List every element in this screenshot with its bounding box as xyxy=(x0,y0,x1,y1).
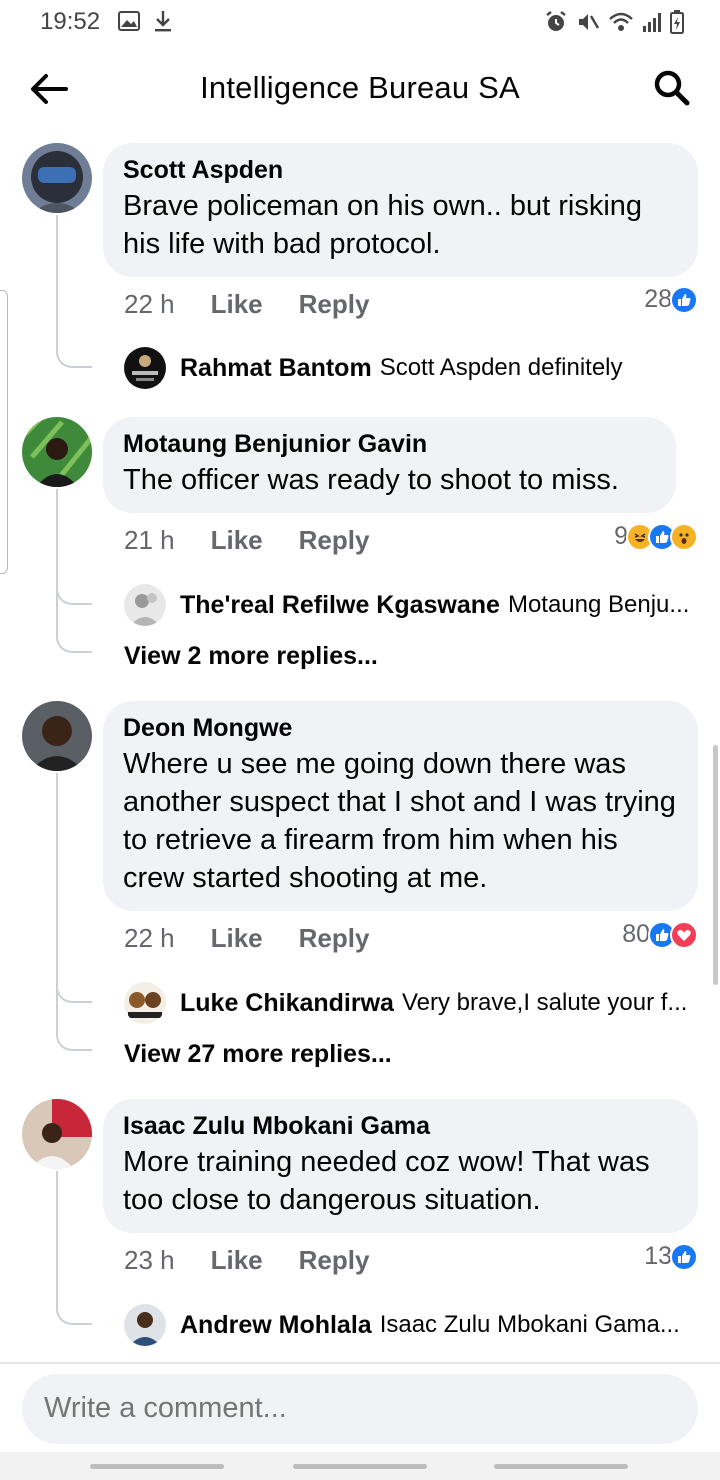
download-icon xyxy=(155,11,171,32)
comment-text: Brave policeman on his own.. but risking… xyxy=(123,190,643,260)
reply-button[interactable]: Reply xyxy=(299,923,370,954)
reaction-count: 13 xyxy=(644,1242,672,1270)
gallery-icon xyxy=(118,11,140,31)
like-button[interactable]: Like xyxy=(211,525,263,556)
avatar-image xyxy=(22,143,92,213)
reaction-summary[interactable]: 80 xyxy=(622,920,698,949)
system-nav-bar xyxy=(0,1452,720,1480)
like-icon xyxy=(670,285,698,314)
avatar-image xyxy=(22,1099,92,1169)
avatar[interactable] xyxy=(124,347,166,389)
reply-button[interactable]: Reply xyxy=(299,525,370,556)
avatar-image xyxy=(22,701,92,771)
reply-author[interactable]: The'real Refilwe Kgaswane xyxy=(180,591,500,620)
battery-icon xyxy=(670,10,684,34)
love-icon xyxy=(670,920,698,949)
thread-line xyxy=(56,215,92,368)
reply-author[interactable]: Rahmat Bantom xyxy=(180,354,372,383)
reply-button[interactable]: Reply xyxy=(299,1245,370,1276)
comment-author[interactable]: Motaung Benjunior Gavin xyxy=(123,429,656,459)
nav-home-button[interactable] xyxy=(293,1464,427,1469)
avatar[interactable] xyxy=(22,701,92,771)
reaction-summary[interactable]: 28 xyxy=(644,285,698,314)
reply-preview[interactable]: Andrew Mohlala Isaac Zulu Mbokani Gama..… xyxy=(124,1304,704,1346)
comment-author[interactable]: Deon Mongwe xyxy=(123,713,678,743)
reply-text: Isaac Zulu Mbokani Gama... xyxy=(379,1311,680,1338)
avatar[interactable] xyxy=(124,1304,166,1346)
status-bar: 19:52 xyxy=(0,0,720,44)
comment-text: The officer was ready to shoot to miss. xyxy=(123,464,619,496)
comment-time[interactable]: 21 h xyxy=(124,525,175,556)
like-button[interactable]: Like xyxy=(211,289,263,320)
signal-icon xyxy=(643,13,661,32)
edge-panel-handle[interactable] xyxy=(0,290,8,574)
reply-text: Scott Aspden definitely xyxy=(379,354,623,381)
comment-bubble[interactable]: Deon Mongwe Where u see me going down th… xyxy=(103,701,698,911)
comment-author[interactable]: Isaac Zulu Mbokani Gama xyxy=(123,1111,678,1141)
reply-text: Motaung Benju... xyxy=(507,591,690,618)
scrollbar[interactable] xyxy=(713,745,718,985)
divider xyxy=(0,1362,720,1364)
comment-time[interactable]: 22 h xyxy=(124,289,175,320)
like-icon xyxy=(670,1242,698,1271)
search-button[interactable] xyxy=(652,68,692,108)
alarm-icon xyxy=(546,11,566,31)
avatar[interactable] xyxy=(124,982,166,1024)
avatar[interactable] xyxy=(22,1099,92,1169)
reaction-summary[interactable]: 13 xyxy=(644,1242,698,1271)
status-time: 19:52 xyxy=(40,8,101,35)
view-more-replies-link[interactable]: View 27 more replies... xyxy=(124,1040,392,1069)
comment-time[interactable]: 22 h xyxy=(124,923,175,954)
reply-text: Very brave,I salute your f... xyxy=(401,989,688,1016)
thread-line xyxy=(56,773,92,1051)
reply-author[interactable]: Luke Chikandirwa xyxy=(180,989,394,1018)
like-button[interactable]: Like xyxy=(211,1245,263,1276)
comment-text: Where u see me going down there was anot… xyxy=(123,748,676,894)
page-title: Intelligence Bureau SA xyxy=(200,70,520,105)
avatar-image xyxy=(22,417,92,487)
nav-back-button[interactable] xyxy=(494,1464,628,1469)
comment-composer[interactable] xyxy=(22,1374,698,1444)
reply-preview[interactable]: The'real Refilwe Kgaswane Motaung Benju.… xyxy=(124,584,704,626)
comment-text: More training needed coz wow! That was t… xyxy=(123,1146,650,1216)
reaction-count: 28 xyxy=(644,285,672,313)
reply-button[interactable]: Reply xyxy=(299,289,370,320)
avatar[interactable] xyxy=(22,143,92,213)
avatar[interactable] xyxy=(22,417,92,487)
avatar[interactable] xyxy=(124,584,166,626)
thread-line xyxy=(56,489,92,653)
search-icon xyxy=(654,70,690,106)
comment-bubble[interactable]: Scott Aspden Brave policeman on his own.… xyxy=(103,143,698,277)
wow-icon xyxy=(670,522,698,551)
comment-author[interactable]: Scott Aspden xyxy=(123,155,678,185)
thread-line xyxy=(56,1171,92,1325)
reply-author[interactable]: Andrew Mohlala xyxy=(180,1311,372,1340)
nav-recents-button[interactable] xyxy=(90,1464,224,1469)
comment-time[interactable]: 23 h xyxy=(124,1245,175,1276)
comment-bubble[interactable]: Isaac Zulu Mbokani Gama More training ne… xyxy=(103,1099,698,1233)
comment-input[interactable] xyxy=(44,1392,664,1425)
app-header: Intelligence Bureau SA xyxy=(0,44,720,134)
comment-bubble[interactable]: Motaung Benjunior Gavin The officer was … xyxy=(103,417,676,513)
wifi-icon xyxy=(609,12,633,31)
like-button[interactable]: Like xyxy=(211,923,263,954)
reaction-count: 80 xyxy=(622,920,650,948)
reaction-summary[interactable]: 9 xyxy=(614,522,698,551)
view-more-replies-link[interactable]: View 2 more replies... xyxy=(124,642,378,671)
reply-preview[interactable]: Rahmat Bantom Scott Aspden definitely xyxy=(124,347,704,389)
reply-preview[interactable]: Luke Chikandirwa Very brave,I salute you… xyxy=(124,982,704,1024)
mute-icon xyxy=(579,14,600,30)
